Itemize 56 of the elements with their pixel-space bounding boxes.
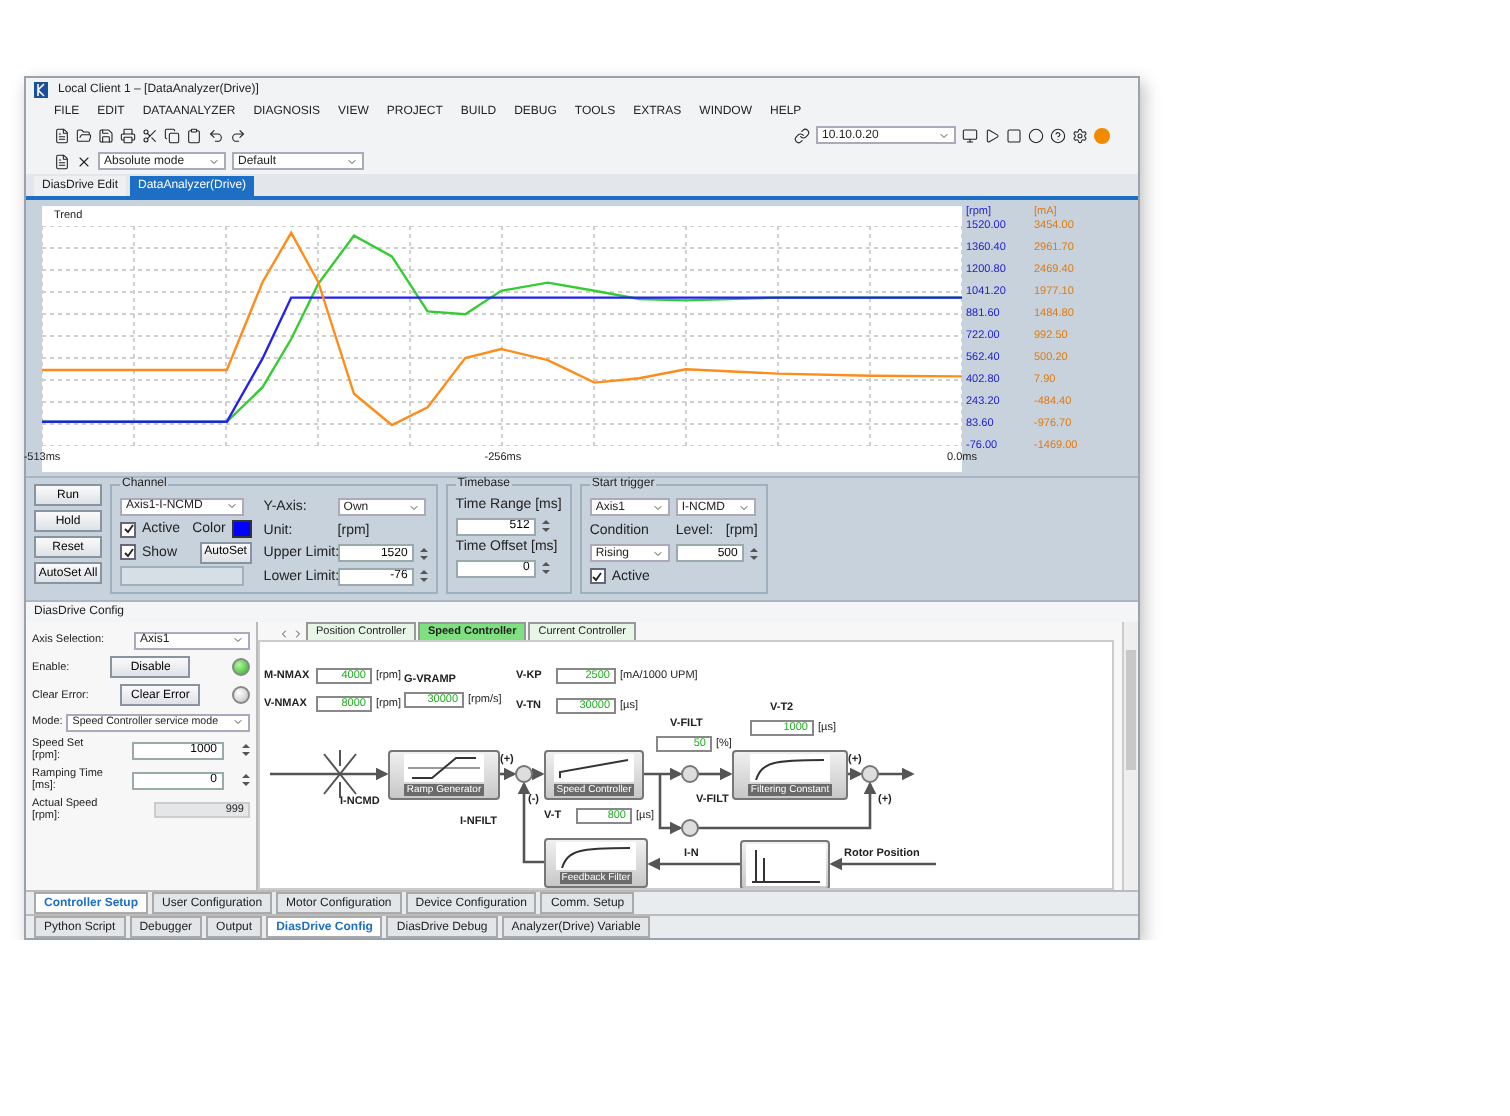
undo-icon[interactable] [208, 127, 224, 143]
chevron-down-icon [226, 500, 238, 513]
ramp-graph-icon [404, 754, 484, 782]
checkbox[interactable] [120, 544, 136, 561]
spin-arrows-icon[interactable] [419, 545, 428, 562]
input-symbol-icon [323, 749, 357, 799]
scrollbar[interactable] [1122, 622, 1138, 890]
stop-icon[interactable] [1006, 127, 1022, 143]
save-icon[interactable] [98, 127, 114, 143]
chevron-down-icon [208, 155, 220, 167]
chevron-down-icon [651, 547, 664, 560]
chevron-down-icon [737, 501, 750, 514]
chevron-down-icon [346, 155, 358, 167]
new-file-icon[interactable] [54, 127, 70, 143]
lag-graph-icon [750, 754, 830, 782]
chevron-down-icon [938, 129, 950, 141]
signal-arrow [829, 857, 936, 871]
function-block[interactable] [740, 840, 830, 888]
summing-junction [515, 765, 533, 783]
checkbox[interactable] [120, 521, 136, 538]
empty-field [120, 566, 244, 586]
help-icon[interactable] [1050, 127, 1066, 143]
chevron-down-icon [407, 501, 420, 514]
spin-arrows-icon[interactable] [242, 772, 250, 788]
link-icon[interactable] [794, 127, 810, 143]
summing-junction [681, 819, 699, 837]
chevron-down-icon [651, 501, 664, 514]
summing-junction [681, 765, 699, 783]
spin-arrows-icon[interactable] [541, 518, 550, 534]
copy-icon[interactable] [164, 127, 180, 143]
pi-graph-icon [554, 754, 634, 782]
monitor-icon[interactable] [962, 127, 978, 143]
chevron-down-icon [232, 634, 244, 646]
spin-arrows-icon[interactable] [749, 545, 758, 562]
chevron-down-icon [232, 716, 244, 728]
signal-arrow [270, 767, 389, 781]
close-icon[interactable] [76, 153, 92, 169]
lag-graph-icon [556, 842, 636, 870]
status-dot-icon [1094, 127, 1110, 143]
clipboard-icon[interactable] [186, 127, 202, 143]
redo-icon[interactable] [230, 127, 246, 143]
printer-icon[interactable] [120, 127, 136, 143]
checkbox[interactable] [589, 568, 606, 585]
spin-arrows-icon[interactable] [242, 742, 250, 758]
signal-arrow [647, 857, 740, 871]
spin-arrows-icon[interactable] [541, 560, 550, 576]
play-icon[interactable] [984, 127, 1000, 143]
color-swatch[interactable] [231, 520, 252, 539]
app-logo-icon [34, 81, 48, 97]
circle-icon[interactable] [1028, 127, 1044, 143]
folder-icon[interactable] [76, 127, 92, 143]
settings-icon[interactable] [1072, 127, 1088, 143]
cut-icon[interactable] [142, 127, 158, 143]
summing-junction [861, 765, 879, 783]
document-icon[interactable] [54, 153, 70, 169]
spin-arrows-icon[interactable] [419, 568, 428, 585]
